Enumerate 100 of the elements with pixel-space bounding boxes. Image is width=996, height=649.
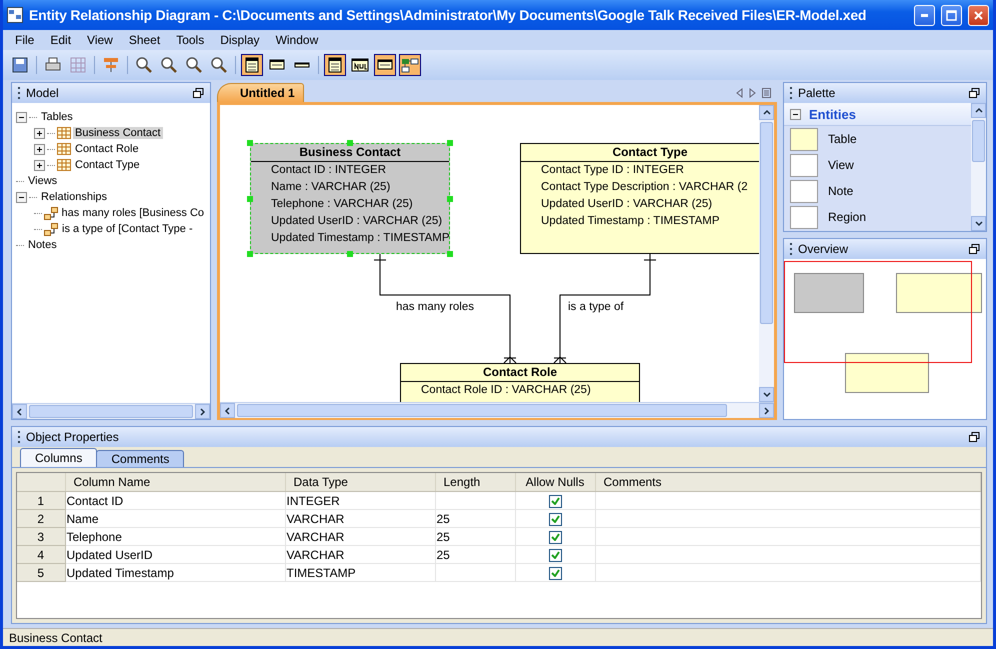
menu-item[interactable]: File [7,31,42,49]
tree-item[interactable]: Views [26,175,60,187]
resize-handle[interactable] [447,196,453,202]
row-header[interactable]: 4 [17,546,65,564]
vertical-scrollbar[interactable] [759,105,774,402]
restore-icon[interactable] [969,432,980,442]
restore-icon[interactable] [969,88,980,98]
table-cell: VARCHAR [285,510,435,528]
entity-field: Contact Role ID : VARCHAR (25) [401,382,639,399]
resize-handle[interactable] [447,140,453,146]
table-cell: Updated UserID [65,546,285,564]
table-cell: 25 [435,510,515,528]
restore-icon[interactable] [969,244,980,254]
checkbox[interactable] [548,548,562,562]
palette-item[interactable]: View [784,152,971,178]
expander-icon[interactable] [16,112,27,122]
menu-item[interactable]: View [79,31,121,49]
maximize-icon [946,10,957,20]
menu-item[interactable]: Sheet [120,31,168,49]
checkbox[interactable] [548,494,562,508]
toolbar-button[interactable] [399,54,421,76]
resize-handle[interactable] [347,251,353,257]
column-header[interactable]: Allow Nulls [515,473,595,492]
menu-item[interactable]: Edit [42,31,80,49]
tree-item[interactable]: Contact Type [73,159,142,171]
horizontal-scrollbar[interactable] [12,403,210,419]
panel-title: Overview [798,242,850,256]
entity-field: Updated Timestamp : TIMESTAMP [251,230,449,247]
checkbox[interactable] [548,530,562,544]
palette-section[interactable]: Entities [784,103,971,126]
horizontal-scrollbar[interactable] [220,402,774,418]
app-icon [7,7,23,23]
expander-icon[interactable] [16,192,27,202]
menu-item[interactable]: Tools [168,31,212,49]
palette-item[interactable]: Table [784,126,971,152]
expander-icon[interactable] [34,160,45,170]
tree-item[interactable]: has many roles [Business Co [60,207,206,219]
expander-icon[interactable] [34,128,45,138]
grid-icon [69,56,87,74]
table-icon [243,56,261,74]
expander-icon[interactable] [34,144,45,154]
panel-title: Palette [798,86,836,100]
toolbar-button[interactable] [324,54,346,76]
column-header[interactable]: Data Type [285,473,435,492]
menu-item[interactable]: Window [268,31,326,49]
tree-item[interactable]: Notes [26,239,59,251]
relationship-label: has many roles [396,301,474,313]
entity-field: Updated UserID : VARCHAR (25) [251,213,449,230]
row-header[interactable]: 2 [17,510,65,528]
close-button[interactable] [968,4,989,26]
resize-handle[interactable] [247,196,253,202]
panel-title: Model [26,86,60,100]
tree-item[interactable]: Contact Role [73,143,141,155]
table-icon [57,159,71,171]
null-icon [351,56,369,74]
palette-item[interactable]: Note [784,178,971,204]
left-arrow-icon[interactable] [736,88,743,98]
entity-box[interactable]: Business Contact Contact ID : INTEGER Name : VARCHAR (25) Telephone : VARCHAR (25) Updated UserID : VARCHAR (25) Updated Timestamp : TIMESTAMP [250,143,450,254]
minimize-icon [921,14,928,16]
resize-handle[interactable] [247,140,253,146]
maximize-button[interactable] [941,4,962,26]
collapse-icon[interactable] [790,108,801,120]
resize-handle[interactable] [347,140,353,146]
table-cell: VARCHAR [285,528,435,546]
tree-item[interactable]: Tables [39,111,75,123]
document-tab[interactable]: Untitled 1 [217,83,304,102]
table-cell: Telephone [65,528,285,546]
column-header[interactable]: Length [435,473,515,492]
row-header[interactable]: 1 [17,492,65,510]
entity-field: Contact ID : INTEGER [251,162,449,179]
toolbar-button[interactable] [241,54,263,76]
vertical-scrollbar[interactable] [971,103,986,231]
menu-item[interactable]: Display [212,31,268,49]
right-arrow-icon[interactable] [749,88,756,98]
row-header[interactable]: 3 [17,528,65,546]
tree-item[interactable]: Business Contact [73,127,163,139]
checkbox[interactable] [548,566,562,580]
viewport-frame[interactable] [784,261,972,363]
entity-field: Contact Type Description : VARCHAR (2 [521,179,759,196]
entity-box[interactable]: Contact Role Contact Role ID : VARCHAR (25) [400,363,640,402]
resize-handle[interactable] [447,251,453,257]
row-header[interactable]: 5 [17,564,65,582]
tab[interactable]: Comments [96,450,184,467]
table-cell: 25 [435,546,515,564]
restore-icon[interactable] [193,88,204,98]
entity-box[interactable]: Contact Type Contact Type ID : INTEGER Contact Type Description : VARCHAR (2 Updated UserID : VARCHAR (25) Updated Timestamp : TIMESTAMP [520,143,759,254]
checkbox[interactable] [548,512,562,526]
minimize-button[interactable] [914,4,935,26]
resize-handle[interactable] [247,251,253,257]
table-cell: INTEGER [285,492,435,510]
tree-item[interactable]: Relationships [39,191,110,203]
table-icon [57,127,71,139]
column-header[interactable]: Comments [595,473,980,492]
list-icon[interactable] [762,88,771,98]
palette-item[interactable]: Region [784,204,971,230]
tree-item[interactable]: is a type of [Contact Type - [60,223,195,235]
table-cell: VARCHAR [285,546,435,564]
toolbar-button[interactable] [374,54,396,76]
column-header[interactable]: Column Name [65,473,285,492]
tab[interactable]: Columns [20,448,98,467]
